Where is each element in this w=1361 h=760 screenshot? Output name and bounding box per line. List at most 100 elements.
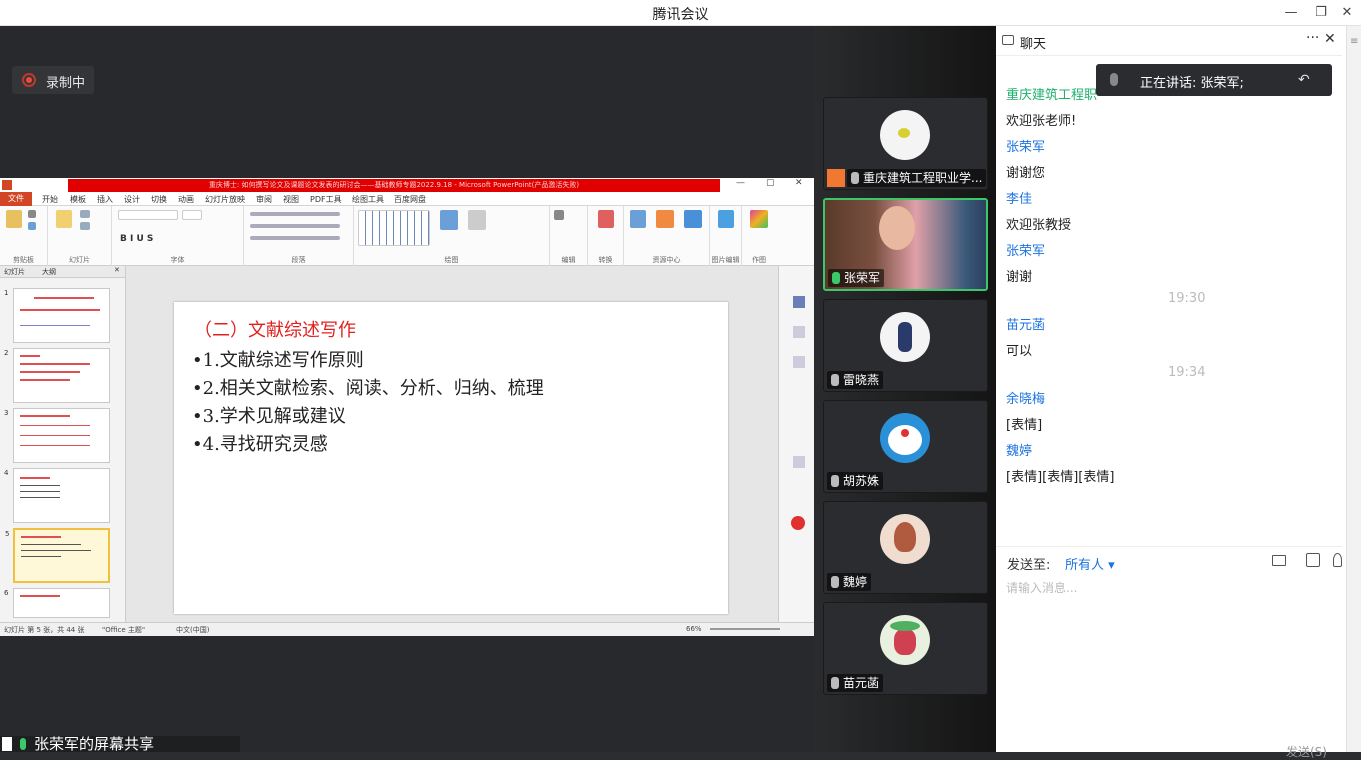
restore-icon[interactable]: ❐ (1311, 3, 1331, 23)
align-icon[interactable] (250, 236, 340, 240)
layout-icon[interactable] (80, 210, 90, 218)
chat-side-strip: ≡ (1346, 26, 1361, 752)
reply-icon[interactable]: ↶ (1298, 72, 1310, 88)
ribbon-group-label: 资源中心 (652, 256, 681, 264)
slide-thumbnail-5[interactable]: 5 (5, 528, 110, 583)
participant-gallery: 重庆建筑工程职业学... 张荣军 雷晓燕 胡苏姝 魏婷 苗元菡 (814, 26, 996, 752)
share-owner-label: 张荣军的屏幕共享 (34, 736, 155, 752)
ribbon-group-label: 幻灯片 (69, 256, 90, 264)
ppt-tab-slideshow[interactable]: 幻灯片放映 (205, 194, 245, 205)
close-icon[interactable]: ✕ (1337, 3, 1357, 23)
chat-message: [表情] (1006, 418, 1043, 433)
copy-icon[interactable] (28, 222, 36, 230)
mic-muted-icon (851, 172, 859, 184)
ppt-tab-baidu[interactable]: 百度网盘 (394, 194, 426, 205)
slide-thumbnail-3[interactable]: 3 (4, 408, 110, 463)
avatar (880, 615, 930, 665)
shapes-gallery[interactable] (358, 210, 430, 246)
close-pane-icon[interactable]: ✕ (114, 266, 120, 274)
bullets-icon[interactable] (250, 212, 340, 216)
minimize-icon[interactable]: — (1281, 3, 1301, 23)
thumb-tab-slides[interactable]: 幻灯片 (4, 267, 25, 277)
ppt-tab-template[interactable]: 模板 (70, 194, 86, 205)
ppt-tab-insert[interactable]: 插入 (97, 194, 113, 205)
ppt-ribbon: 剪贴板 幻灯片 B I U S 字体 段落 绘图 编辑 转换 资源中心 图片编辑… (0, 206, 814, 266)
cut-icon[interactable] (28, 210, 36, 218)
chat-message: 谢谢 (1006, 270, 1033, 285)
speaking-indicator: 正在讲话: 张荣军; ↶ (1096, 64, 1332, 96)
slide-thumbnail-4[interactable]: 4 (4, 468, 110, 523)
ppt-tab-design[interactable]: 设计 (124, 194, 140, 205)
user-icon[interactable] (1333, 553, 1342, 567)
ppt-tab-animation[interactable]: 动画 (178, 194, 194, 205)
recording-indicator[interactable]: 录制中 (12, 66, 94, 94)
ppt-close-icon[interactable]: ✕ (795, 178, 803, 188)
arrange-icon[interactable] (440, 210, 458, 230)
ppt-minimize-icon[interactable]: — (736, 178, 745, 188)
template-icon[interactable] (630, 210, 646, 228)
reset-icon[interactable] (80, 222, 90, 230)
tool-icon[interactable] (793, 326, 805, 338)
language: 中文(中国) (176, 626, 210, 634)
chat-sender: 张荣军 (1006, 244, 1046, 259)
more-icon[interactable]: ··· (1306, 30, 1319, 46)
indent-icon[interactable] (250, 224, 340, 228)
ppt-restore-icon[interactable]: ▢ (766, 178, 775, 188)
paste-icon[interactable] (6, 210, 22, 228)
font-family-select[interactable] (118, 210, 178, 220)
bold-icon[interactable]: B I U S (120, 234, 153, 244)
mic-muted-icon (831, 475, 839, 487)
ppt-tab-drawing[interactable]: 绘图工具 (352, 194, 384, 205)
menu-icon[interactable]: ≡ (1350, 36, 1358, 47)
quick-styles-icon[interactable] (468, 210, 486, 230)
font-size-select[interactable] (182, 210, 202, 220)
ribbon-group-clipboard: 剪贴板 (0, 206, 48, 266)
participant-name: 胡苏姝 (827, 472, 884, 490)
participant-tile[interactable]: 张荣军 (823, 198, 988, 291)
chat-input[interactable]: 请输入消息... (1006, 579, 1077, 596)
participant-tile[interactable]: 胡苏姝 (823, 400, 988, 493)
thumb-tab-outline[interactable]: 大纲 (42, 267, 56, 277)
ppt-titlebar: 重庆博士: 如何撰写论文及课题论文发表的研讨会——基础教师专题2022.9.18… (0, 178, 814, 192)
mindmap-icon[interactable] (750, 210, 768, 228)
find-icon[interactable] (554, 210, 564, 220)
gift-icon[interactable] (791, 516, 805, 530)
convert-pdf-icon[interactable] (598, 210, 614, 228)
folder-icon[interactable] (1272, 555, 1286, 566)
chat-composer: 发送至: 所有人 ▾ 请输入消息... 发送(S) (996, 546, 1342, 759)
close-chat-icon[interactable]: ✕ (1324, 31, 1336, 47)
tool-icon[interactable] (793, 296, 805, 308)
tool-icon[interactable] (793, 356, 805, 368)
ppt-tab-pdf[interactable]: PDF工具 (310, 194, 342, 205)
ppt-side-toolbar (778, 266, 814, 622)
slide-counter: 幻灯片 第 5 张，共 44 张 (4, 626, 85, 634)
chat-title: 聊天 (1020, 37, 1047, 52)
ppt-tab-view[interactable]: 视图 (283, 194, 299, 205)
slide-thumbnail-2[interactable]: 2 (4, 348, 110, 403)
participant-tile[interactable]: 苗元菡 (823, 602, 988, 695)
ribbon-group-label: 图片编辑 (711, 256, 740, 264)
chat-message: [表情][表情][表情] (1006, 470, 1115, 485)
new-slide-icon[interactable] (56, 210, 72, 228)
participant-tile[interactable]: 重庆建筑工程职业学... (823, 97, 988, 190)
participant-tile[interactable]: 雷晓燕 (823, 299, 988, 392)
ppt-tab-home[interactable]: 开始 (42, 194, 58, 205)
screenshot-icon[interactable] (1306, 553, 1320, 567)
ribbon-group-image-edit: 图片编辑 (710, 206, 742, 266)
ribbon-group-label: 作图 (752, 256, 766, 264)
mic-muted-icon (831, 576, 839, 588)
slide-thumbnail-1[interactable]: 1 (4, 288, 110, 343)
ppt-tab-review[interactable]: 审阅 (256, 194, 272, 205)
library-icon[interactable] (684, 210, 702, 228)
send-to-select[interactable]: 所有人 ▾ (1065, 554, 1115, 573)
zoom-slider[interactable] (710, 628, 780, 630)
ppt-file-tab[interactable]: 文件 (0, 192, 32, 206)
participant-tile[interactable]: 魏婷 (823, 501, 988, 594)
slide-thumbnail-6[interactable]: 6 (4, 588, 110, 618)
ppt-tab-transition[interactable]: 切换 (151, 194, 167, 205)
image-icon[interactable] (718, 210, 734, 228)
participant-name: 重庆建筑工程职业学... (847, 169, 987, 187)
summary-icon[interactable] (656, 210, 674, 228)
tool-icon[interactable] (793, 456, 805, 468)
avatar (880, 312, 930, 362)
